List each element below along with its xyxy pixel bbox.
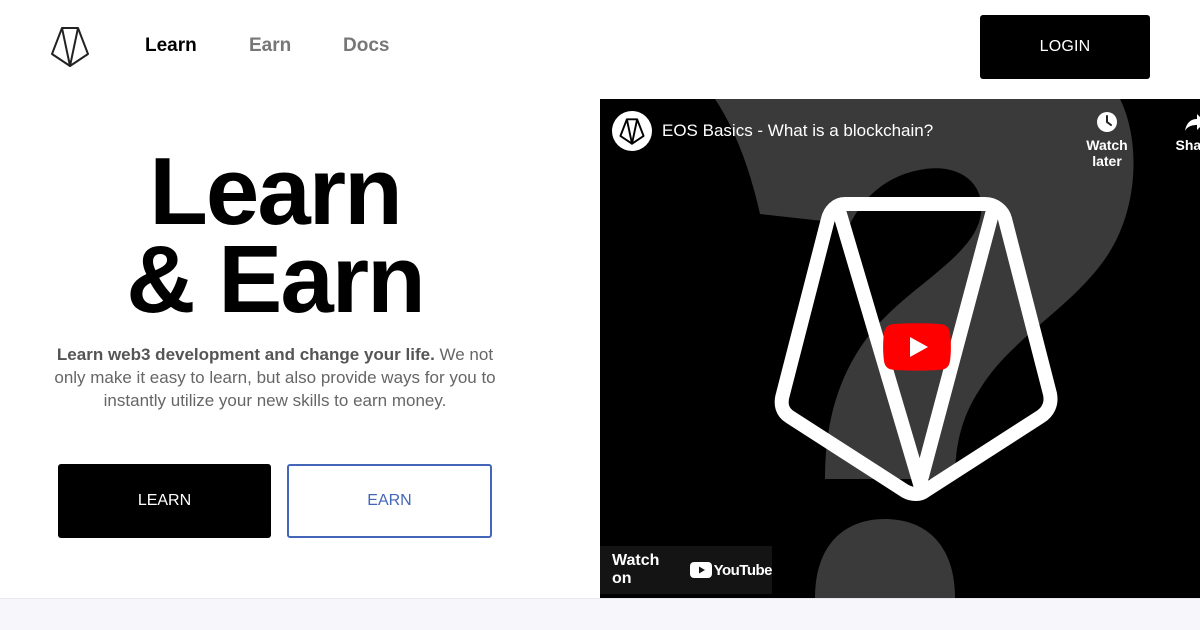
youtube-wordmark: YouTube <box>713 561 773 579</box>
channel-avatar[interactable] <box>612 111 652 151</box>
hero-title-line1: Learn <box>149 138 402 245</box>
clock-icon <box>1097 112 1117 132</box>
video-title[interactable]: EOS Basics - What is a blockchain? <box>662 121 933 141</box>
eos-logo-icon <box>619 117 645 145</box>
share-label: Share <box>1175 137 1200 153</box>
share-button[interactable]: Share <box>1165 111 1200 153</box>
nav-link-earn[interactable]: Earn <box>249 35 291 57</box>
earn-button[interactable]: EARN <box>287 464 492 538</box>
watch-later-label: Watch later <box>1086 137 1128 169</box>
learn-button[interactable]: LEARN <box>58 464 271 538</box>
hero-subtitle: Learn web3 development and change your l… <box>50 343 500 412</box>
nav-link-docs[interactable]: Docs <box>343 35 389 57</box>
login-button[interactable]: LOGIN <box>980 15 1150 79</box>
youtube-logo-icon: YouTube <box>689 561 773 579</box>
video-embed[interactable]: EOS Basics - What is a blockchain? Watch… <box>600 99 1200 598</box>
play-button-icon[interactable] <box>883 323 951 371</box>
hero-title: Learn & Earn <box>40 138 510 333</box>
hero-subtitle-bold: Learn web3 development and change your l… <box>56 345 435 364</box>
site-logo[interactable] <box>50 26 90 68</box>
watch-on-label: Watch on <box>612 552 660 587</box>
bottom-section-edge <box>0 598 1200 630</box>
eos-logo-icon <box>51 27 89 67</box>
share-arrow-icon <box>1185 114 1200 131</box>
hero-title-line2: & Earn <box>126 226 425 333</box>
watch-later-button[interactable]: Watch later <box>1070 111 1144 169</box>
watch-on-youtube-link[interactable]: Watch on YouTube <box>600 546 773 594</box>
nav-link-learn[interactable]: Learn <box>145 35 197 57</box>
